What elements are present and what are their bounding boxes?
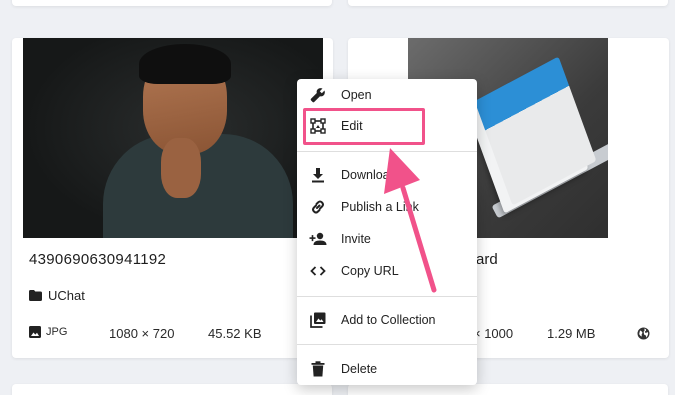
trash-icon	[309, 360, 327, 378]
menu-item-label: Add to Collection	[341, 313, 436, 327]
folder-icon	[29, 290, 42, 301]
file-size-right: 1.29 MB	[547, 326, 596, 341]
person-add-icon	[309, 230, 327, 248]
asset-card-top-left[interactable]	[12, 0, 332, 6]
file-size: 45.52 KB	[208, 326, 262, 341]
menu-item-label: Delete	[341, 362, 378, 376]
menu-item-label: Open	[341, 88, 372, 102]
thumbnail-portrait[interactable]	[23, 38, 323, 238]
code-icon	[309, 262, 327, 280]
annotation-arrow-icon	[384, 148, 437, 293]
file-type-label: JPG	[46, 326, 68, 338]
download-icon	[309, 166, 327, 184]
asset-title: 4390690630941192	[29, 251, 167, 268]
wrench-icon	[309, 86, 327, 104]
menu-divider	[297, 344, 477, 345]
asset-card-bottom-left[interactable]	[12, 384, 332, 395]
link-icon	[309, 198, 327, 216]
edit-highlight-box	[303, 108, 425, 145]
collection-icon	[309, 311, 327, 329]
menu-item-add-to-collection[interactable]: Add to Collection	[297, 306, 477, 334]
asset-card-bottom-right[interactable]	[348, 384, 668, 395]
image-icon	[29, 326, 41, 338]
asset-card-left[interactable]: 4390690630941192 UChat JPG 1080 × 720 45…	[12, 38, 333, 358]
menu-item-label: Invite	[341, 232, 371, 246]
portrait-hair	[139, 44, 231, 84]
file-type: JPG	[29, 326, 67, 338]
menu-item-open[interactable]: Open	[297, 81, 477, 109]
globe-icon[interactable]	[637, 327, 650, 340]
folder-name: UChat	[48, 288, 85, 303]
menu-item-delete[interactable]: Delete	[297, 355, 477, 383]
image-dimensions-right: × 1000	[473, 326, 514, 341]
folder-label[interactable]: UChat	[29, 288, 85, 303]
portrait-hand	[161, 138, 201, 198]
asset-card-top-right[interactable]	[348, 0, 668, 6]
image-dimensions: 1080 × 720	[109, 326, 175, 341]
